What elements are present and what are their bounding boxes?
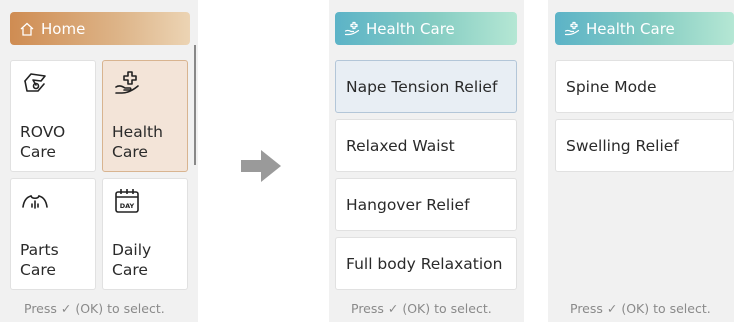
footer-hint: Press ✓ (OK) to select. xyxy=(351,301,492,316)
tile-health-care[interactable]: Health Care xyxy=(102,60,188,172)
home-header: Home xyxy=(10,12,190,45)
list-item-spine-mode[interactable]: Spine Mode xyxy=(555,60,734,113)
footer-hint: Press ✓ (OK) to select. xyxy=(24,301,165,316)
calendar-day-icon: DAY xyxy=(113,187,141,215)
arrow-right-icon xyxy=(241,148,283,184)
health-care-screen-1: Health Care Nape Tension Relief Relaxed … xyxy=(329,0,524,322)
health-care-header: Health Care xyxy=(335,12,517,45)
list-item-hangover-relief[interactable]: Hangover Relief xyxy=(335,178,517,231)
footer-hint: Press ✓ (OK) to select. xyxy=(570,301,711,316)
home-header-title: Home xyxy=(41,19,86,38)
parts-care-icon xyxy=(21,187,49,215)
tile-parts-care[interactable]: Parts Care xyxy=(10,178,96,290)
tile-label: Parts Care xyxy=(20,241,59,279)
rovo-care-icon xyxy=(21,69,49,97)
tile-label: Daily Care xyxy=(112,241,152,279)
health-care-header-title: Health Care xyxy=(366,19,455,38)
list-item-swelling-relief[interactable]: Swelling Relief xyxy=(555,119,734,172)
list-item-nape-tension-relief[interactable]: Nape Tension Relief xyxy=(335,60,517,113)
health-care-icon xyxy=(564,21,580,37)
health-care-icon xyxy=(113,69,141,97)
health-care-icon xyxy=(344,21,360,37)
health-care-header-title: Health Care xyxy=(586,19,675,38)
svg-text:DAY: DAY xyxy=(120,202,135,210)
scrollbar[interactable] xyxy=(194,45,196,165)
health-care-screen-2: Health Care Spine Mode Swelling Relief P… xyxy=(548,0,734,322)
health-care-header: Health Care xyxy=(555,12,734,45)
list-item-relaxed-waist[interactable]: Relaxed Waist xyxy=(335,119,517,172)
tile-label: ROVO Care xyxy=(20,123,66,161)
home-icon xyxy=(19,21,35,37)
tile-daily-care[interactable]: DAY Daily Care xyxy=(102,178,188,290)
list-item-full-body-relaxation[interactable]: Full body Relaxation xyxy=(335,237,517,290)
tile-label: Health Care xyxy=(112,123,163,161)
home-screen: Home ROVO Care Health Care Parts Care DA… xyxy=(0,0,198,322)
tile-rovo-care[interactable]: ROVO Care xyxy=(10,60,96,172)
